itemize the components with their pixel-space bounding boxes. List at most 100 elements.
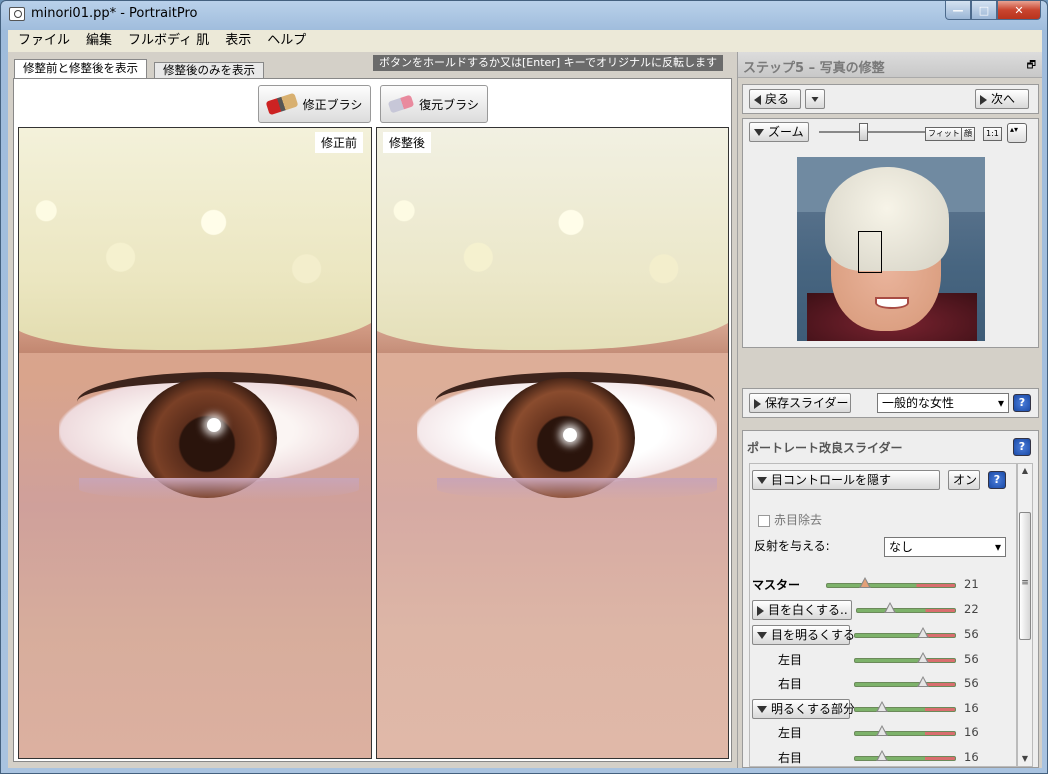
menu-help[interactable]: ヘルプ (259, 30, 314, 52)
zoom-slider-track[interactable] (819, 131, 929, 133)
slider-group-button[interactable]: 目を明るくする (752, 625, 855, 645)
slider-track[interactable] (854, 658, 956, 663)
compare-view: 修正ブラシ 復元ブラシ 修正前 修整後 (13, 78, 732, 762)
chevron-down-icon (757, 477, 767, 484)
slider-group-button[interactable]: 目を白くする.. (752, 600, 852, 620)
tab-before-after[interactable]: 修整前と修整後を表示 (14, 59, 147, 79)
camera-icon[interactable] (9, 7, 25, 21)
restore-brush-label: 復元ブラシ (419, 97, 479, 112)
help-icon[interactable]: ? (988, 471, 1006, 489)
slider-track[interactable] (826, 583, 956, 588)
slider-label: 明るくする部分 (771, 702, 856, 716)
slider-track[interactable] (854, 707, 956, 712)
zoom-100-button[interactable]: 1:1 (983, 127, 1002, 141)
scroll-up-icon[interactable]: ▲ (1018, 464, 1032, 478)
step-header: ステップ5 – 写真の修整 🗗 (738, 52, 1042, 78)
red-eye-checkbox[interactable] (758, 515, 770, 527)
slider-label: 右目 (778, 751, 803, 765)
close-button[interactable]: ✕ (997, 1, 1041, 20)
slider-thumb[interactable] (859, 577, 872, 588)
slider-row: 右目 56 (750, 673, 1016, 695)
slider-group-button[interactable]: 明るくする部分 (752, 699, 855, 719)
navigator-preview (749, 151, 1031, 343)
slider-value: 56 (964, 652, 979, 666)
slider-value: 16 (964, 701, 979, 715)
menu-fullbody-skin[interactable]: フルボディ 肌 (120, 30, 217, 52)
zoom-spinner[interactable]: ▴▾ (1007, 123, 1027, 143)
slider-value: 16 (964, 750, 979, 764)
before-photo[interactable]: 修正前 (18, 127, 372, 759)
hat (825, 167, 949, 271)
slider-row: 目を白くする.. 22 (750, 599, 1016, 621)
zoom-face-button[interactable]: 顔 (961, 127, 975, 141)
menu-file[interactable]: ファイル (10, 30, 78, 52)
back-button[interactable]: 戻る (749, 89, 801, 109)
eye-glint (207, 418, 221, 432)
save-sliders-button[interactable]: 保存スライダー (749, 393, 851, 413)
slider-thumb[interactable] (917, 627, 930, 638)
maximize-button[interactable]: □ (971, 1, 997, 20)
chevron-down-icon (757, 706, 767, 713)
chevron-down-icon (754, 129, 764, 136)
scroll-down-icon[interactable]: ▼ (1018, 752, 1032, 766)
zoom-fit-button[interactable]: フィット (925, 127, 963, 141)
slider-row: 右目 16 (750, 747, 1016, 766)
brush-icon (265, 92, 299, 116)
undock-icon[interactable]: 🗗 (1027, 58, 1036, 75)
knit-hat (377, 128, 728, 350)
knit-hat (19, 128, 371, 350)
zoom-panel: ズーム フィット 顔 1:1 ▴▾ (742, 118, 1039, 348)
after-label: 修整後 (383, 132, 432, 153)
slider-track[interactable] (854, 682, 956, 687)
chevron-down-icon (757, 632, 767, 639)
eye-control-label: 目コントロールを隠す (771, 473, 892, 487)
zoom-slider-thumb[interactable] (859, 123, 868, 141)
slider-row: 明るくする部分 16 (750, 698, 1016, 720)
eye-on-button[interactable]: オン (948, 470, 980, 490)
maximize-icon: □ (978, 3, 990, 17)
slider-thumb[interactable] (876, 750, 889, 761)
next-button[interactable]: 次へ (975, 89, 1029, 109)
zoom-region-rect[interactable] (858, 231, 882, 273)
slider-thumb[interactable] (917, 676, 930, 687)
slider-thumb[interactable] (876, 725, 889, 736)
tab-after-only[interactable]: 修整後のみを表示 (154, 62, 264, 78)
slider-track[interactable] (854, 756, 956, 761)
menu-edit[interactable]: 編集 (78, 30, 120, 52)
title-bar[interactable]: minori01.pp* - PortraitPro — □ ✕ (1, 1, 1047, 29)
slider-row: 左目 56 (750, 649, 1016, 671)
slider-scrollbar[interactable]: ▲ ≡ ▼ (1017, 463, 1033, 767)
reflection-select[interactable]: なし (884, 537, 1006, 557)
preset-select[interactable]: 一般的な女性 (877, 393, 1009, 413)
fix-brush-button[interactable]: 修正ブラシ (258, 85, 371, 123)
help-icon[interactable]: ? (1013, 438, 1031, 456)
after-photo[interactable]: 修整後 (376, 127, 729, 759)
slider-track[interactable] (854, 633, 956, 638)
fix-brush-label: 修正ブラシ (302, 97, 363, 112)
slider-label: 目を白くする.. (768, 603, 848, 617)
restore-brush-button[interactable]: 復元ブラシ (380, 85, 488, 123)
minimize-button[interactable]: — (945, 1, 971, 20)
help-icon[interactable]: ? (1013, 394, 1031, 412)
slider-row: 左目 16 (750, 722, 1016, 744)
slider-thumb[interactable] (884, 602, 896, 613)
slider-value: 16 (964, 725, 979, 739)
eye-control-toggle[interactable]: 目コントロールを隠す (752, 470, 940, 490)
slider-track[interactable] (856, 608, 956, 613)
slider-value: 56 (964, 676, 979, 690)
portrait-sliders-panel: ポートレート改良スライダー ? 目コントロールを隠す オン ? 赤目除去 反射を… (742, 430, 1039, 768)
menu-view[interactable]: 表示 (217, 30, 259, 52)
next-label: 次へ (991, 92, 1016, 106)
slider-row: 目を明るくする 56 (750, 624, 1016, 646)
red-eye-label: 赤目除去 (774, 513, 823, 527)
lower-eyelid (79, 478, 359, 500)
slider-value: 56 (964, 627, 979, 641)
zoom-toggle[interactable]: ズーム (749, 122, 809, 142)
history-dropdown[interactable] (805, 89, 825, 109)
slider-thumb[interactable] (876, 701, 889, 712)
navigator-thumbnail[interactable] (797, 157, 985, 341)
image-pane: 修整前と修整後を表示 修整後のみを表示 ボタンをホールドするか又は[Enter]… (8, 52, 735, 768)
eraser-icon (387, 94, 415, 114)
slider-thumb[interactable] (917, 652, 930, 663)
slider-track[interactable] (854, 731, 956, 736)
